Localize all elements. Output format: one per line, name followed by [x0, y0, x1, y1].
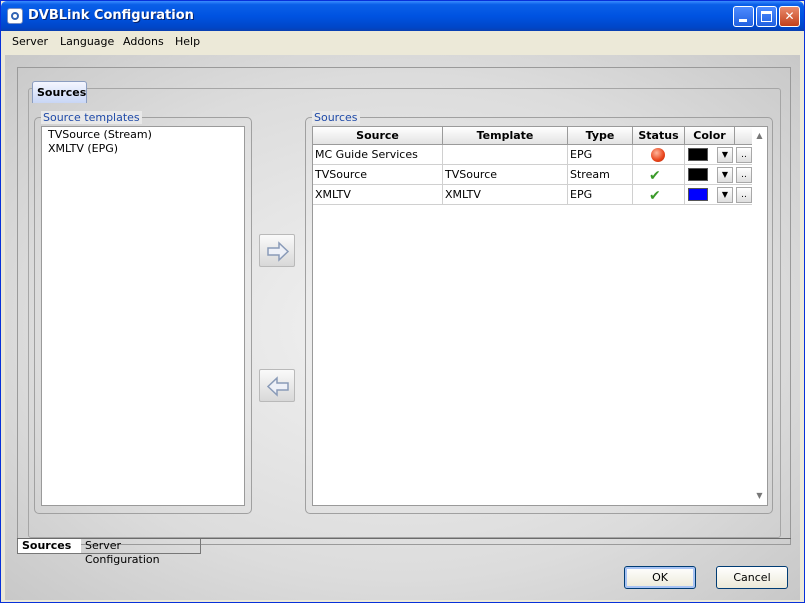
main-window: DVBLink Configuration ✕ Server Language … [0, 0, 805, 603]
color-picker-button[interactable]: .. [736, 167, 752, 183]
menu-server[interactable]: Server [12, 35, 48, 48]
list-item[interactable]: XMLTV (EPG) [42, 142, 244, 156]
cell-type: EPG [568, 185, 633, 205]
cell-type: EPG [568, 145, 633, 165]
sources-grid[interactable]: Source Template Type Status Color MC Gui… [312, 126, 768, 506]
cancel-button[interactable]: Cancel [716, 566, 788, 589]
menu-help[interactable]: Help [175, 35, 200, 48]
color-dropdown-button[interactable]: ▼ [717, 167, 733, 183]
status-ok-icon: ✔ [649, 188, 661, 204]
cell-status: ✔ [633, 185, 685, 205]
column-header-color[interactable]: Color [685, 127, 735, 145]
bottom-tab-sources[interactable]: Sources [17, 539, 81, 554]
color-swatch [688, 148, 708, 161]
cell-status: ✔ [633, 165, 685, 185]
chevron-down-icon: ▼ [721, 170, 729, 179]
title-bar[interactable]: DVBLink Configuration ✕ [1, 1, 804, 31]
window-title: DVBLink Configuration [28, 8, 194, 23]
column-header-type[interactable]: Type [568, 127, 633, 145]
menu-bar: Server Language Addons Help [2, 31, 803, 53]
close-button[interactable]: ✕ [779, 6, 800, 27]
table-row[interactable]: TVSource TVSource Stream ✔ ▼ .. [313, 165, 753, 185]
add-source-button[interactable] [259, 234, 295, 267]
vertical-scrollbar[interactable]: ▲ ▼ [752, 127, 767, 505]
table-row[interactable]: MC Guide Services EPG ▼ .. [313, 145, 753, 165]
menu-addons[interactable]: Addons [123, 35, 164, 48]
minimize-icon [739, 19, 747, 22]
sources-group: Sources Source Template Type Status Colo… [305, 111, 773, 514]
scroll-up-icon[interactable]: ▲ [752, 129, 767, 143]
menu-language[interactable]: Language [60, 35, 114, 48]
status-ok-icon: ✔ [649, 168, 661, 184]
app-icon [7, 8, 23, 24]
cell-source: TVSource [313, 165, 443, 185]
chevron-down-icon: ▼ [721, 150, 729, 159]
cell-source: MC Guide Services [313, 145, 443, 165]
scroll-down-icon[interactable]: ▼ [752, 489, 767, 503]
color-dropdown-button[interactable]: ▼ [717, 147, 733, 163]
color-picker-button[interactable]: .. [736, 147, 752, 163]
ok-button[interactable]: OK [624, 566, 696, 589]
chevron-down-icon: ▼ [721, 190, 729, 199]
minimize-button[interactable] [733, 6, 754, 27]
close-icon: ✕ [784, 9, 795, 23]
bottom-tab-server-configuration[interactable]: Server Configuration [81, 539, 201, 566]
list-item[interactable]: TVSource (Stream) [42, 128, 244, 142]
cell-type: Stream [568, 165, 633, 185]
source-templates-title: Source templates [41, 111, 142, 124]
arrow-right-icon [267, 241, 290, 262]
cell-template: TVSource [443, 165, 568, 185]
column-header-source[interactable]: Source [313, 127, 443, 145]
cell-color: ▼ .. [685, 165, 753, 185]
client-area: Sources Source templates TVSource (Strea… [5, 55, 800, 600]
cell-color: ▼ .. [685, 185, 753, 205]
tab-sources-top[interactable]: Sources [32, 81, 87, 103]
cell-color: ▼ .. [685, 145, 753, 165]
color-swatch [688, 168, 708, 181]
color-dropdown-button[interactable]: ▼ [717, 187, 733, 203]
column-header-spacer [735, 127, 753, 145]
color-swatch [688, 188, 708, 201]
arrow-left-icon [266, 376, 289, 397]
remove-source-button[interactable] [259, 369, 295, 402]
cell-template: XMLTV [443, 185, 568, 205]
maximize-icon [761, 11, 772, 22]
source-templates-list[interactable]: TVSource (Stream) XMLTV (EPG) [41, 126, 245, 506]
cell-template [443, 145, 568, 165]
maximize-button[interactable] [756, 6, 777, 27]
cell-status [633, 145, 685, 165]
cell-source: XMLTV [313, 185, 443, 205]
grid-header: Source Template Type Status Color [313, 127, 753, 145]
status-error-icon [651, 148, 665, 162]
column-header-status[interactable]: Status [633, 127, 685, 145]
column-header-template[interactable]: Template [443, 127, 568, 145]
color-picker-button[interactable]: .. [736, 187, 752, 203]
source-templates-group: Source templates TVSource (Stream) XMLTV… [34, 111, 252, 514]
table-row[interactable]: XMLTV XMLTV EPG ✔ ▼ .. [313, 185, 753, 205]
sources-title: Sources [312, 111, 360, 124]
